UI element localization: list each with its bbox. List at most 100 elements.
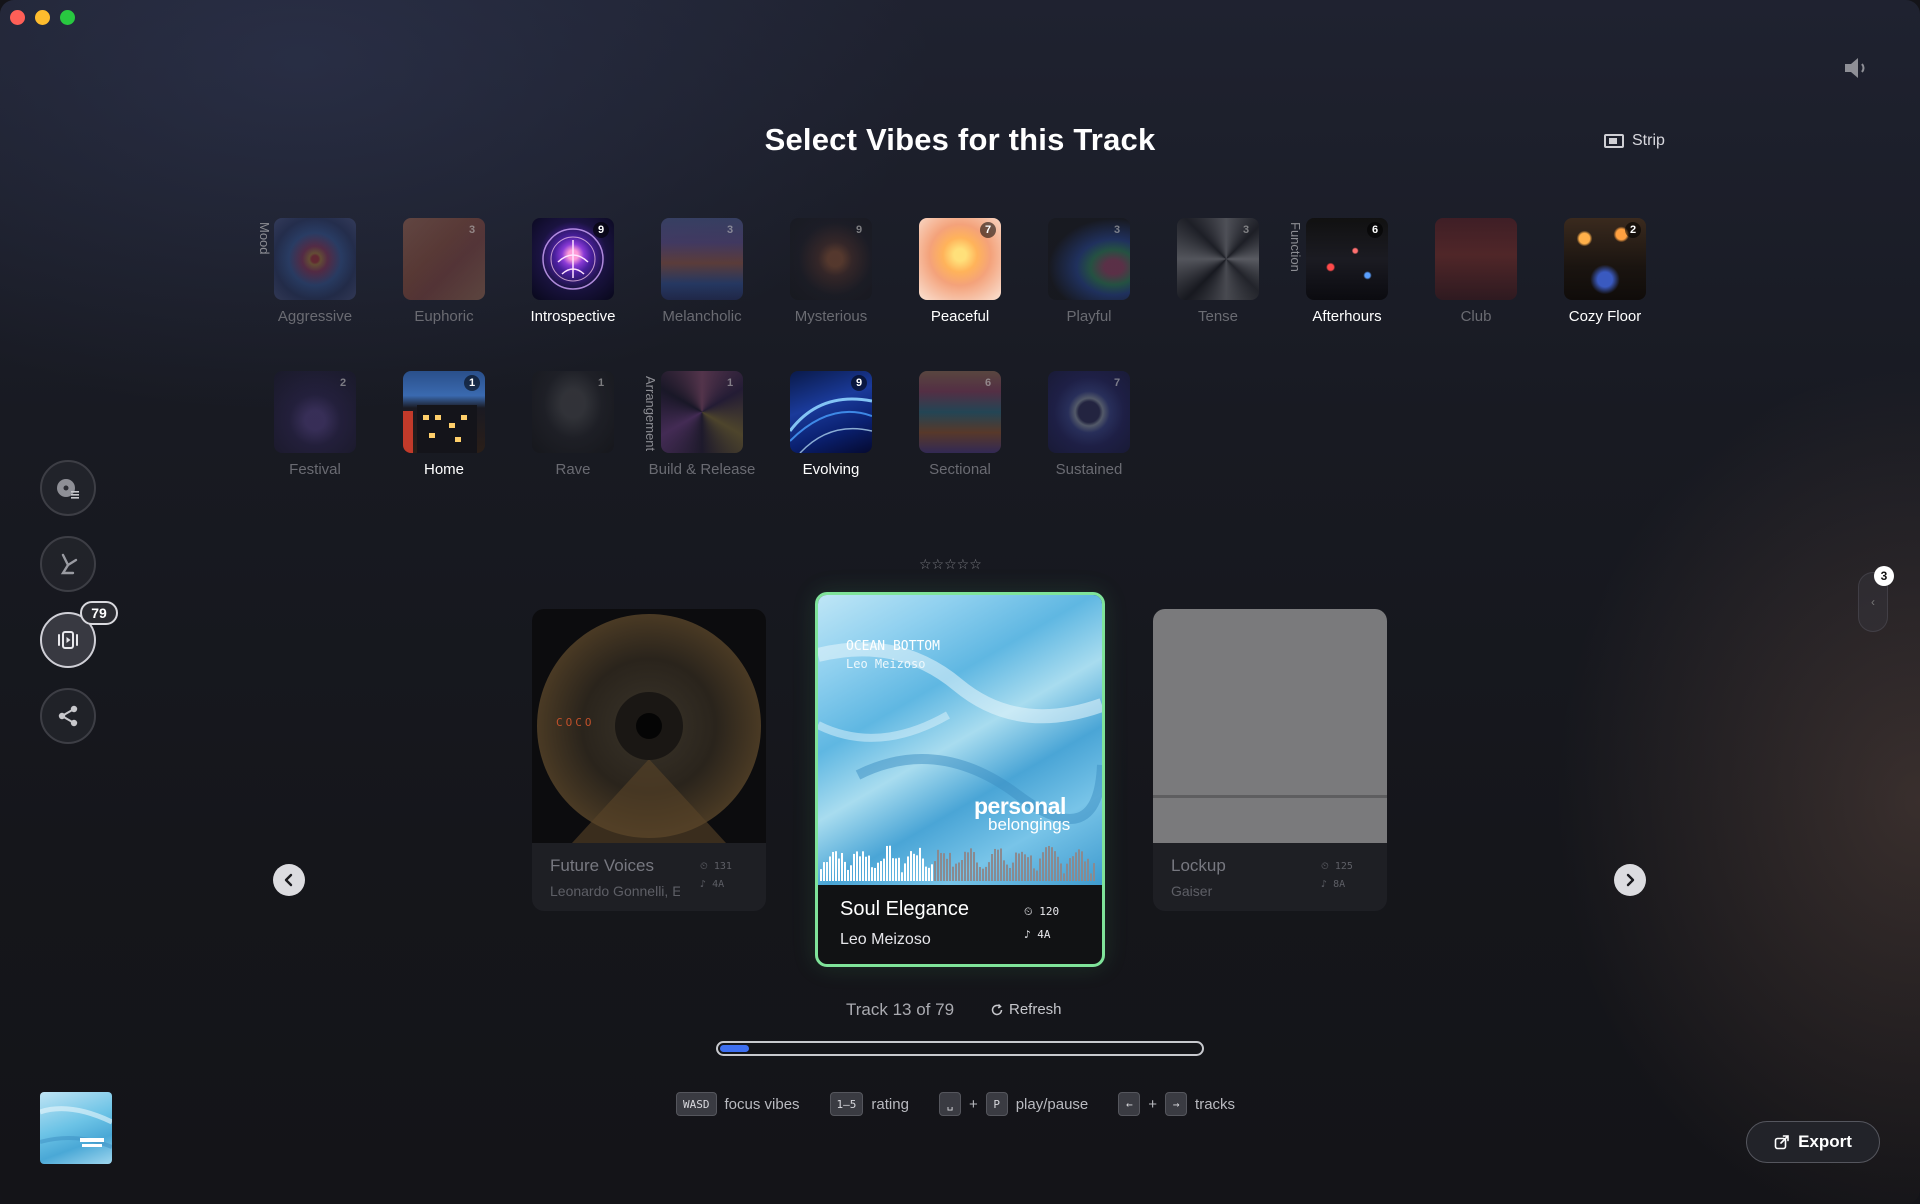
next-track-bpm: ⏲ 125 xyxy=(1321,861,1353,872)
waveform-bar xyxy=(1003,860,1005,881)
previous-track-bpm: ⏲ 131 xyxy=(700,861,732,872)
chevron-right-icon xyxy=(1626,873,1635,887)
kbd-right-arrow: → xyxy=(1165,1092,1188,1116)
library-button[interactable] xyxy=(40,460,96,516)
current-track-card[interactable]: OCEAN BOTTOM Leo Meizoso personal belong… xyxy=(815,592,1105,967)
waveform-bar xyxy=(862,851,864,881)
vibe-cozy-floor[interactable]: 2 Cozy Floor xyxy=(1564,218,1646,325)
key-icon: ♪ xyxy=(1321,879,1328,890)
minimize-window-button[interactable] xyxy=(35,10,50,25)
waveform-bar xyxy=(874,867,876,881)
waveform-bar xyxy=(832,851,834,881)
star-rating[interactable]: ☆☆☆☆☆ xyxy=(919,556,982,573)
waveform-bar xyxy=(856,851,858,881)
speaker-icon[interactable] xyxy=(1842,56,1870,80)
shortcut-plus: + xyxy=(968,1095,978,1113)
vibe-festival[interactable]: 2 Festival xyxy=(274,371,356,478)
waveform-bar xyxy=(829,856,831,881)
track-position: Track 13 of 79 xyxy=(846,1000,955,1019)
waveform-bar xyxy=(1072,856,1074,881)
waveform-bar xyxy=(1039,858,1041,881)
waveform-bar xyxy=(1042,852,1044,881)
vibe-playful[interactable]: 3 Playful xyxy=(1048,218,1130,325)
tagging-button[interactable] xyxy=(40,536,96,592)
zoom-window-button[interactable] xyxy=(60,10,75,25)
refresh-button[interactable]: Refresh xyxy=(990,1001,1062,1018)
waveform[interactable] xyxy=(820,841,1100,881)
now-playing-thumbnail[interactable] xyxy=(40,1092,112,1164)
chevron-left-icon: ‹ xyxy=(1871,595,1875,609)
waveform-bar xyxy=(919,847,921,881)
waveform-bar xyxy=(895,858,897,881)
waveform-bar xyxy=(967,852,969,881)
previous-track-key-value: 4A xyxy=(712,879,725,890)
vibe-aggressive[interactable]: Aggressive xyxy=(274,218,356,325)
waveform-bar xyxy=(973,852,975,881)
chevron-left-icon xyxy=(284,873,293,887)
waveform-bar xyxy=(961,860,963,881)
previous-track-card[interactable]: COCO Future Voices Leonardo Gonnelli, E … xyxy=(532,609,766,911)
vibe-euphoric[interactable]: 3 Euphoric xyxy=(403,218,485,325)
vibe-tense[interactable]: 3 Tense xyxy=(1177,218,1259,325)
next-track-card[interactable]: Lockup Gaiser ⏲ 125 ♪ 8A xyxy=(1153,609,1387,911)
waveform-bar xyxy=(898,857,900,881)
waveform-bar xyxy=(835,851,837,881)
vibe-home[interactable]: 1 Home xyxy=(403,371,485,478)
waveform-bar xyxy=(940,852,942,881)
artwork-title-text: OCEAN BOTTOM xyxy=(846,639,940,654)
waveform-bar xyxy=(934,861,936,881)
strip-toggle[interactable]: Strip xyxy=(1604,132,1665,150)
vibe-sustained[interactable]: 7 Sustained xyxy=(1048,371,1130,478)
window-controls xyxy=(10,10,75,25)
vibe-introspective[interactable]: 9 Introspective xyxy=(530,218,616,325)
waveform-bar xyxy=(1048,845,1050,881)
previous-track-button[interactable] xyxy=(273,864,305,896)
kbd-digits: 1–5 xyxy=(829,1092,864,1116)
waveform-bar xyxy=(1075,852,1077,881)
waveform-bar xyxy=(946,858,948,881)
waveform-bar xyxy=(928,867,930,881)
close-window-button[interactable] xyxy=(10,10,25,25)
waveform-bar xyxy=(922,858,924,881)
waveform-bar xyxy=(1033,868,1035,881)
vibe-afterhours[interactable]: 6 Afterhours xyxy=(1306,218,1388,325)
vibe-evolving[interactable]: 9 Evolving xyxy=(790,371,872,478)
waveform-bar xyxy=(1087,858,1089,881)
waveform-bar xyxy=(1006,864,1008,881)
key-icon: ♪ xyxy=(1024,928,1031,941)
waveform-bar xyxy=(886,845,888,881)
waveform-bar xyxy=(976,862,978,881)
vibe-sectional[interactable]: 6 Sectional xyxy=(919,371,1001,478)
vibe-mysterious[interactable]: 9 Mysterious xyxy=(790,218,872,325)
current-track-artist: Leo Meizoso xyxy=(840,931,931,948)
current-track-title: Soul Elegance xyxy=(840,898,969,920)
waveform-bar xyxy=(910,851,912,881)
queue-progress-fill xyxy=(720,1045,749,1052)
waveform-bar xyxy=(1054,851,1056,881)
vibe-melancholic[interactable]: 3 Melancholic xyxy=(661,218,743,325)
artwork-label-line-2: belongings xyxy=(988,815,1071,834)
app-window: Select Vibes for this Track Strip Mood F… xyxy=(0,0,1920,1204)
next-track-key-value: 8A xyxy=(1333,879,1346,890)
vibe-club[interactable]: Club xyxy=(1435,218,1517,325)
waveform-bar xyxy=(901,872,903,881)
waveform-bar xyxy=(838,858,840,881)
waveform-bar xyxy=(997,849,999,881)
waveform-bar xyxy=(1045,847,1047,881)
waveform-bar xyxy=(871,867,873,881)
queue-progress-bar[interactable] xyxy=(716,1041,1204,1056)
next-track-button[interactable] xyxy=(1614,864,1646,896)
waveform-bar xyxy=(823,862,825,881)
vibe-rave[interactable]: 1 Rave xyxy=(532,371,614,478)
vibe-peaceful[interactable]: 7 Peaceful xyxy=(919,218,1001,325)
waveform-bar xyxy=(937,849,939,881)
current-track-bpm-value: 120 xyxy=(1039,905,1060,918)
vibe-build-release[interactable]: 1 Build & Release xyxy=(649,371,755,478)
share-button[interactable] xyxy=(40,688,96,744)
waveform-bar xyxy=(844,861,846,881)
export-button[interactable]: Export xyxy=(1746,1121,1880,1163)
waveform-bar xyxy=(943,853,945,881)
waveform-bar xyxy=(1036,870,1038,881)
tempo-icon: ⏲ xyxy=(700,861,708,872)
next-track-artist: Gaiser xyxy=(1171,883,1213,899)
